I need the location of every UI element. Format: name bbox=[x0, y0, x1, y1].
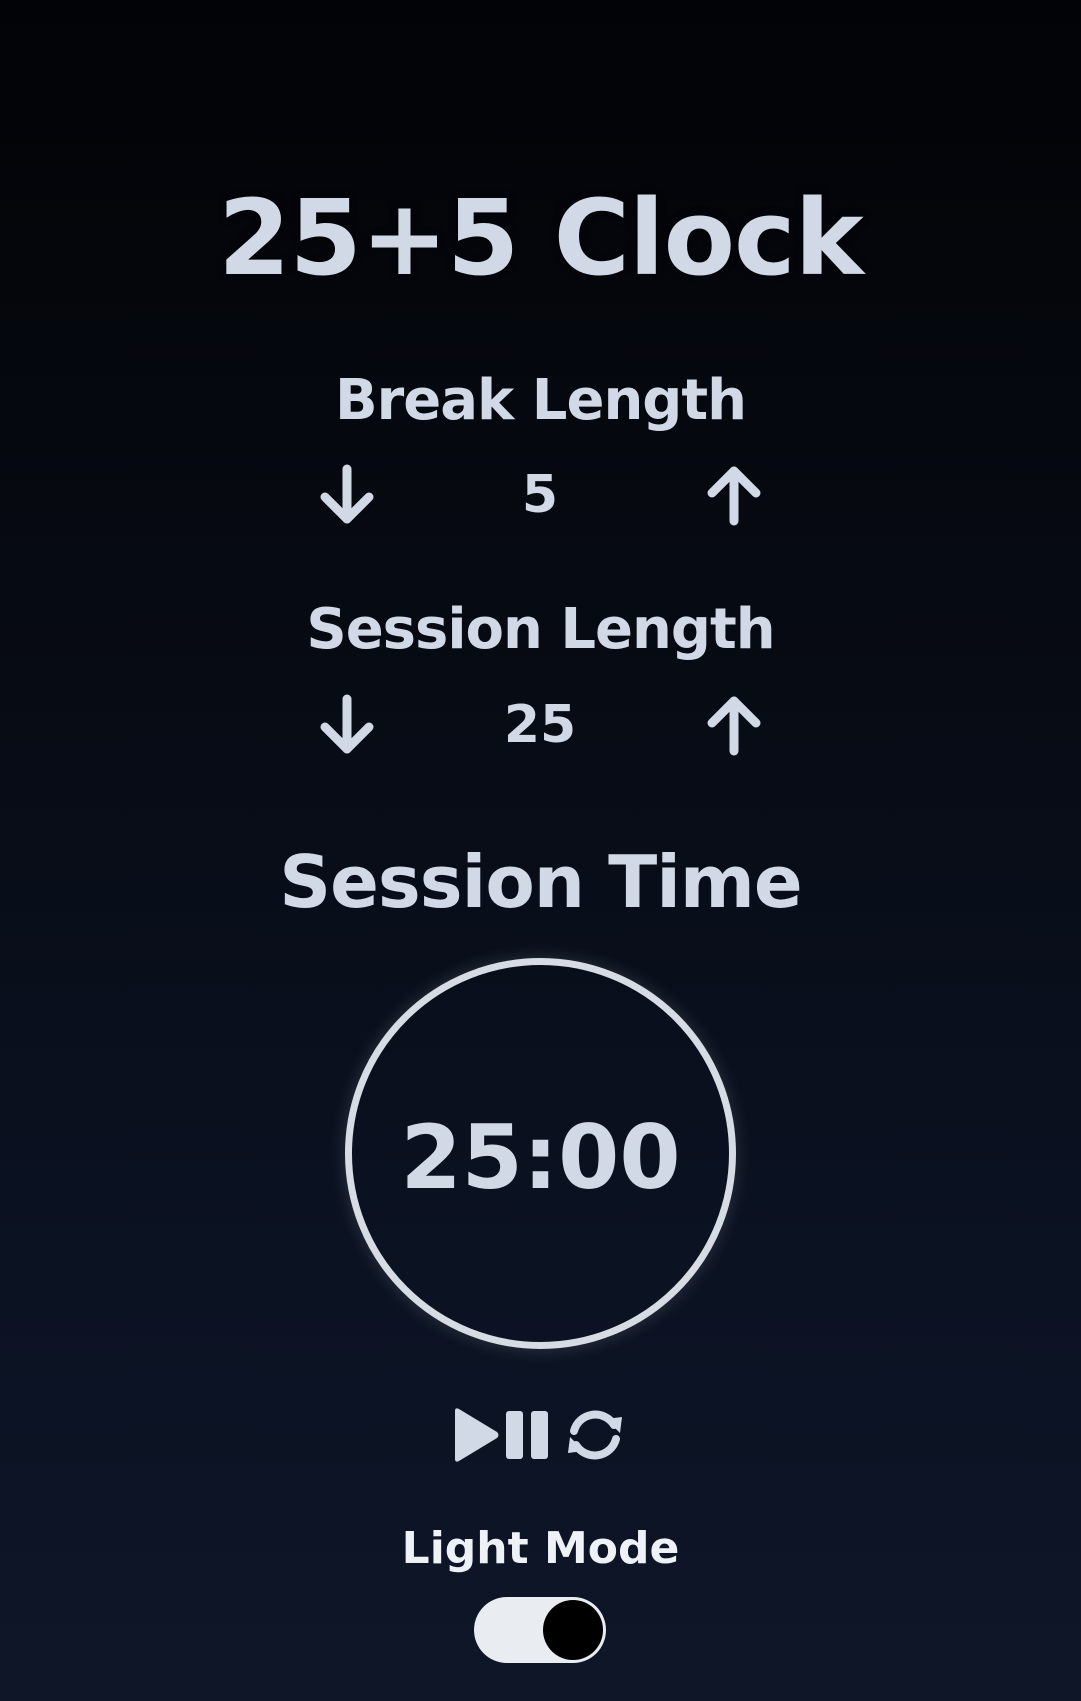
pause-icon[interactable] bbox=[504, 1405, 552, 1465]
break-length-label: Break Length bbox=[334, 368, 747, 433]
timer-controls bbox=[450, 1405, 630, 1465]
toggle-knob bbox=[543, 1600, 603, 1660]
arrow-up-icon bbox=[707, 696, 761, 756]
page-title: 25+5 Clock bbox=[218, 177, 864, 299]
break-length-value: 5 bbox=[521, 465, 559, 525]
theme-toggle-switch[interactable] bbox=[474, 1597, 606, 1663]
session-length-label: Session Length bbox=[306, 597, 775, 662]
arrow-down-icon bbox=[320, 464, 374, 524]
timer-display: 25:00 bbox=[400, 1106, 681, 1209]
session-increment-button[interactable] bbox=[694, 685, 774, 765]
break-increment-button[interactable] bbox=[694, 455, 774, 535]
theme-toggle-label: Light Mode bbox=[401, 1523, 680, 1574]
app-container: 25+5 Clock Break Length 5 Session Length… bbox=[0, 0, 1081, 1701]
session-decrement-button[interactable] bbox=[307, 685, 387, 765]
timer-label: Session Time bbox=[279, 840, 803, 924]
arrow-up-icon bbox=[707, 466, 761, 526]
break-decrement-button[interactable] bbox=[307, 455, 387, 535]
play-icon[interactable] bbox=[451, 1405, 501, 1465]
arrow-down-icon bbox=[320, 694, 374, 754]
refresh-icon[interactable] bbox=[560, 1405, 630, 1465]
break-length-controls: 5 bbox=[0, 455, 1081, 535]
session-length-value: 25 bbox=[503, 695, 577, 755]
session-length-controls: 25 bbox=[0, 685, 1081, 765]
